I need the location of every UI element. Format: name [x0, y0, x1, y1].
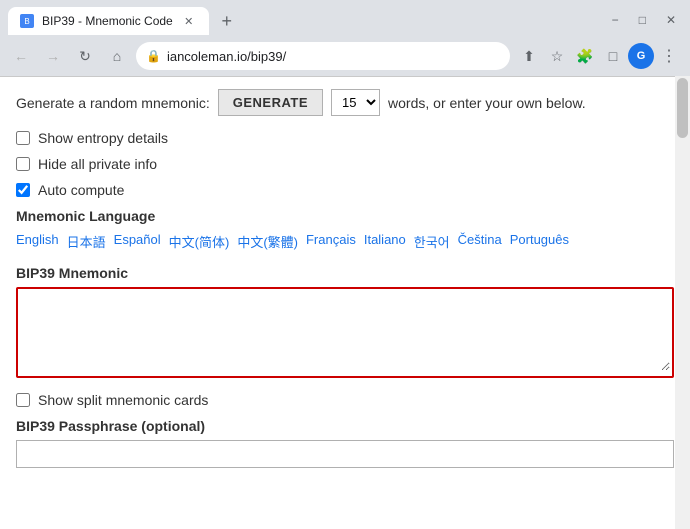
lang-portuguese[interactable]: Português [510, 232, 569, 251]
show-entropy-checkbox[interactable] [16, 131, 30, 145]
show-entropy-row: Show entropy details [16, 130, 674, 146]
lang-japanese[interactable]: 日本語 [67, 232, 106, 251]
page-content: Generate a random mnemonic: GENERATE 15 … [0, 76, 690, 529]
lang-chinese-traditional[interactable]: 中文(繁體) [237, 232, 298, 251]
generate-row: Generate a random mnemonic: GENERATE 15 … [16, 89, 674, 116]
tab-close-button[interactable]: ✕ [181, 13, 197, 29]
browser-window: B BIP39 - Mnemonic Code ✕ + − □ ✕ ← → ↻ … [0, 0, 690, 529]
address-actions: ⬆ ☆ 🧩 □ G ⋮ [516, 43, 682, 69]
lang-spanish[interactable]: Español [114, 232, 161, 251]
words-select[interactable]: 15 3 6 9 12 18 21 24 [331, 89, 380, 116]
passphrase-input[interactable] [16, 440, 674, 468]
extension-icon[interactable]: 🧩 [572, 43, 598, 69]
generate-label: Generate a random mnemonic: [16, 95, 210, 111]
show-entropy-label[interactable]: Show entropy details [38, 130, 168, 146]
scrollbar-thumb[interactable] [677, 78, 688, 138]
generate-button[interactable]: GENERATE [218, 89, 323, 116]
scrollbar-track[interactable] [675, 76, 690, 529]
share-icon[interactable]: ⬆ [516, 43, 542, 69]
close-button[interactable]: ✕ [660, 11, 682, 29]
maximize-button[interactable]: □ [633, 11, 652, 29]
window-controls: − □ ✕ [606, 11, 682, 29]
bookmark-icon[interactable]: ☆ [544, 43, 570, 69]
lang-chinese-simplified[interactable]: 中文(简体) [169, 232, 230, 251]
mnemonic-textarea[interactable] [20, 291, 670, 371]
reload-button[interactable]: ↻ [72, 43, 98, 69]
words-after-label: words, or enter your own below. [388, 95, 586, 111]
split-mnemonic-row: Show split mnemonic cards [16, 392, 674, 408]
new-tab-button[interactable]: + [213, 7, 241, 35]
passphrase-section: BIP39 Passphrase (optional) [16, 418, 674, 468]
passphrase-label: BIP39 Passphrase (optional) [16, 418, 674, 434]
lang-czech[interactable]: Čeština [458, 232, 502, 251]
lock-icon: 🔒 [146, 49, 161, 63]
bip39-mnemonic-section: BIP39 Mnemonic [16, 265, 674, 378]
split-mnemonic-label[interactable]: Show split mnemonic cards [38, 392, 208, 408]
window-icon[interactable]: □ [600, 43, 626, 69]
tab-favicon: B [20, 14, 34, 28]
menu-button[interactable]: ⋮ [656, 43, 682, 69]
tab-bar: B BIP39 - Mnemonic Code ✕ + − □ ✕ [0, 0, 690, 36]
language-row: English 日本語 Español 中文(简体) 中文(繁體) França… [16, 232, 674, 251]
home-button[interactable]: ⌂ [104, 43, 130, 69]
forward-button[interactable]: → [40, 43, 66, 69]
bip39-mnemonic-label: BIP39 Mnemonic [16, 265, 674, 281]
lang-french[interactable]: Français [306, 232, 356, 251]
active-tab[interactable]: B BIP39 - Mnemonic Code ✕ [8, 7, 209, 35]
minimize-button[interactable]: − [606, 11, 625, 29]
browser-chrome: B BIP39 - Mnemonic Code ✕ + − □ ✕ ← → ↻ … [0, 0, 690, 76]
back-button[interactable]: ← [8, 43, 34, 69]
profile-button[interactable]: G [628, 43, 654, 69]
hide-private-row: Hide all private info [16, 156, 674, 172]
hide-private-label[interactable]: Hide all private info [38, 156, 157, 172]
lang-korean[interactable]: 한국어 [414, 232, 450, 251]
hide-private-checkbox[interactable] [16, 157, 30, 171]
address-bar-row: ← → ↻ ⌂ 🔒 iancoleman.io/bip39/ ⬆ ☆ 🧩 □ G… [0, 36, 690, 76]
mnemonic-wrapper [16, 287, 674, 378]
split-mnemonic-checkbox[interactable] [16, 393, 30, 407]
tab-title: BIP39 - Mnemonic Code [42, 14, 173, 28]
url-text: iancoleman.io/bip39/ [167, 49, 500, 64]
auto-compute-label[interactable]: Auto compute [38, 182, 124, 198]
address-bar[interactable]: 🔒 iancoleman.io/bip39/ [136, 42, 510, 70]
mnemonic-language-label: Mnemonic Language [16, 208, 674, 224]
lang-english[interactable]: English [16, 232, 59, 251]
lang-italian[interactable]: Italiano [364, 232, 406, 251]
auto-compute-row: Auto compute [16, 182, 674, 198]
auto-compute-checkbox[interactable] [16, 183, 30, 197]
